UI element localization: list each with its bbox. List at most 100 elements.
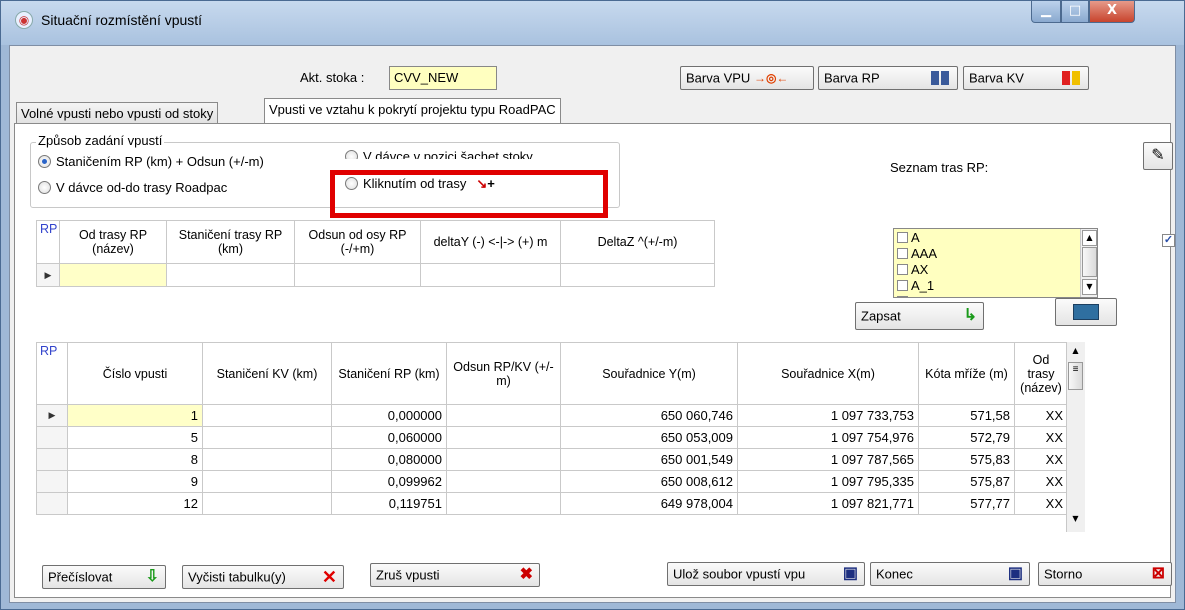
minimize-button[interactable]: ▁ xyxy=(1031,1,1061,23)
tab-roadpac[interactable]: Vpusti ve vztahu k pokrytí projektu typu… xyxy=(264,98,561,124)
scroll-up-icon[interactable]: ▲ xyxy=(1082,230,1097,246)
close-button[interactable]: X xyxy=(1089,1,1135,23)
cell-od[interactable]: XX xyxy=(1014,404,1068,427)
list-item[interactable]: A xyxy=(894,230,1097,246)
cell-stan-kv[interactable] xyxy=(202,448,332,471)
calculator-button[interactable] xyxy=(1055,298,1117,326)
table-row[interactable]: 8 0,080000 650 001,549 1 097 787,565 575… xyxy=(36,448,1068,471)
paint-brush-button[interactable]: ✎ xyxy=(1143,142,1173,170)
table-row[interactable]: ▶ 1 0,000000 650 060,746 1 097 733,753 5… xyxy=(36,404,1068,427)
cell-odsun[interactable] xyxy=(446,404,561,427)
scroll-down-icon[interactable]: ▼ xyxy=(1082,279,1097,295)
cell-odsun[interactable] xyxy=(446,492,561,515)
input-cell-deltay[interactable] xyxy=(420,263,561,287)
delete-icon: ✖ xyxy=(519,566,533,583)
cell-kota[interactable]: 571,58 xyxy=(918,404,1015,427)
input-cell-od-trasy[interactable] xyxy=(59,263,167,287)
cell-cislo[interactable]: 8 xyxy=(67,448,203,471)
cell-od[interactable]: XX xyxy=(1014,470,1068,493)
input-cell-odsun[interactable] xyxy=(294,263,421,287)
precislovat-button[interactable]: Přečíslovat ⇩ xyxy=(42,565,166,589)
window-title: Situační rozmístění vpustí xyxy=(41,12,203,28)
maximize-button[interactable]: □ xyxy=(1061,1,1089,23)
show-checkbox[interactable]: ✓ xyxy=(1162,234,1175,247)
zrus-vpusti-button[interactable]: Zruš vpusti ✖ xyxy=(370,563,540,587)
input-cell-deltaz[interactable] xyxy=(560,263,715,287)
cell-y[interactable]: 650 060,746 xyxy=(560,404,738,427)
checkbox-icon[interactable] xyxy=(897,232,908,243)
list-item[interactable]: A_1 xyxy=(894,278,1097,294)
radio-staniceni-label: Staničením RP (km) + Odsun (+/-m) xyxy=(56,154,264,169)
cell-stan-kv[interactable] xyxy=(202,470,332,493)
col-staniceni-rp: Staničení RP (km) xyxy=(331,342,447,405)
zapsat-button[interactable]: Zapsat ↳ xyxy=(855,302,984,330)
cell-x[interactable]: 1 097 787,565 xyxy=(737,448,919,471)
table-row[interactable]: 9 0,099962 650 008,612 1 097 795,335 575… xyxy=(36,470,1068,493)
cell-stan-kv[interactable] xyxy=(202,492,332,515)
uloz-soubor-button[interactable]: Ulož soubor vpustí vpu ▣ xyxy=(667,562,865,586)
list-item-label: B xyxy=(911,294,920,297)
scroll-up-icon[interactable]: ▲ xyxy=(1068,344,1083,360)
input-cell-staniceni[interactable] xyxy=(166,263,295,287)
cell-x[interactable]: 1 097 733,753 xyxy=(737,404,919,427)
cell-stan-rp[interactable]: 0,119751 xyxy=(331,492,447,515)
cell-odsun[interactable] xyxy=(446,448,561,471)
checkbox-icon[interactable] xyxy=(897,280,908,291)
cell-od[interactable]: XX xyxy=(1014,426,1068,449)
cell-od[interactable]: XX xyxy=(1014,492,1068,515)
cell-x[interactable]: 1 097 795,335 xyxy=(737,470,919,493)
cell-odsun[interactable] xyxy=(446,426,561,449)
cell-stan-rp[interactable]: 0,000000 xyxy=(331,404,447,427)
seznam-tras-list[interactable]: A AAA AX A_1 B ▲ ▼ xyxy=(893,228,1098,298)
cell-cislo[interactable]: 12 xyxy=(67,492,203,515)
cell-x[interactable]: 1 097 821,771 xyxy=(737,492,919,515)
cell-stan-kv[interactable] xyxy=(202,426,332,449)
scroll-down-icon[interactable]: ▼ xyxy=(1068,512,1083,528)
checkbox-icon[interactable] xyxy=(897,248,908,259)
radio-v-davce-roadpac-label: V dávce od-do trasy Roadpac xyxy=(56,180,228,195)
barva-rp-button[interactable]: Barva RP xyxy=(818,66,958,90)
list-item[interactable]: AAA xyxy=(894,246,1097,262)
cell-stan-kv[interactable] xyxy=(202,404,332,427)
akt-stoka-field[interactable]: CVV_NEW xyxy=(389,66,497,90)
radio-staniceni[interactable]: Staničením RP (km) + Odsun (+/-m) xyxy=(38,154,264,169)
cell-kota[interactable]: 577,77 xyxy=(918,492,1015,515)
cell-y[interactable]: 650 001,549 xyxy=(560,448,738,471)
radio-v-davce-roadpac[interactable]: V dávce od-do trasy Roadpac xyxy=(38,180,227,195)
scroll-thumb[interactable] xyxy=(1082,247,1097,277)
cell-stan-rp[interactable]: 0,080000 xyxy=(331,448,447,471)
table-scrollbar[interactable]: ▲ ≡ ▼ xyxy=(1066,342,1085,532)
cell-cislo[interactable]: 9 xyxy=(67,470,203,493)
cell-kota[interactable]: 575,87 xyxy=(918,470,1015,493)
vycisti-tabulku-button[interactable]: Vyčisti tabulku(y) ✕ xyxy=(182,565,344,589)
konec-button[interactable]: Konec ▣ xyxy=(870,562,1030,586)
cell-kota[interactable]: 572,79 xyxy=(918,426,1015,449)
table-row[interactable]: 5 0,060000 650 053,009 1 097 754,976 572… xyxy=(36,426,1068,449)
input-col-od-trasy: Od trasy RP (název) xyxy=(59,220,167,264)
list-item-label: A xyxy=(911,230,920,245)
cell-stan-rp[interactable]: 0,099962 xyxy=(331,470,447,493)
cell-y[interactable]: 650 008,612 xyxy=(560,470,738,493)
cell-cislo[interactable]: 1 xyxy=(67,404,203,427)
barva-vpu-button[interactable]: Barva VPU →◎← xyxy=(680,66,814,90)
storno-button[interactable]: Storno ⊠ xyxy=(1038,562,1172,586)
cell-cislo[interactable]: 5 xyxy=(67,426,203,449)
col-odsun: Odsun RP/KV (+/-m) xyxy=(446,342,561,405)
cell-y[interactable]: 650 053,009 xyxy=(560,426,738,449)
cell-od[interactable]: XX xyxy=(1014,448,1068,471)
scroll-thumb[interactable]: ≡ xyxy=(1068,362,1083,390)
checkbox-icon[interactable] xyxy=(897,264,908,275)
cell-stan-rp[interactable]: 0,060000 xyxy=(331,426,447,449)
cell-odsun[interactable] xyxy=(446,470,561,493)
table-row[interactable]: 12 0,119751 649 978,004 1 097 821,771 57… xyxy=(36,492,1068,515)
checkbox-icon[interactable] xyxy=(897,296,908,297)
tab-volne-vpusti[interactable]: Volné vpusti nebo vpusti od stoky xyxy=(16,102,219,124)
cell-kota[interactable]: 575,83 xyxy=(918,448,1015,471)
input-col-deltaz: DeltaZ ^(+/-m) xyxy=(560,220,715,264)
input-row[interactable]: ▶ xyxy=(36,263,715,287)
list-item[interactable]: AX xyxy=(894,262,1097,278)
cell-x[interactable]: 1 097 754,976 xyxy=(737,426,919,449)
barva-kv-button[interactable]: Barva KV xyxy=(963,66,1089,90)
cell-y[interactable]: 649 978,004 xyxy=(560,492,738,515)
seznam-scrollbar[interactable]: ▲ ▼ xyxy=(1080,229,1097,297)
